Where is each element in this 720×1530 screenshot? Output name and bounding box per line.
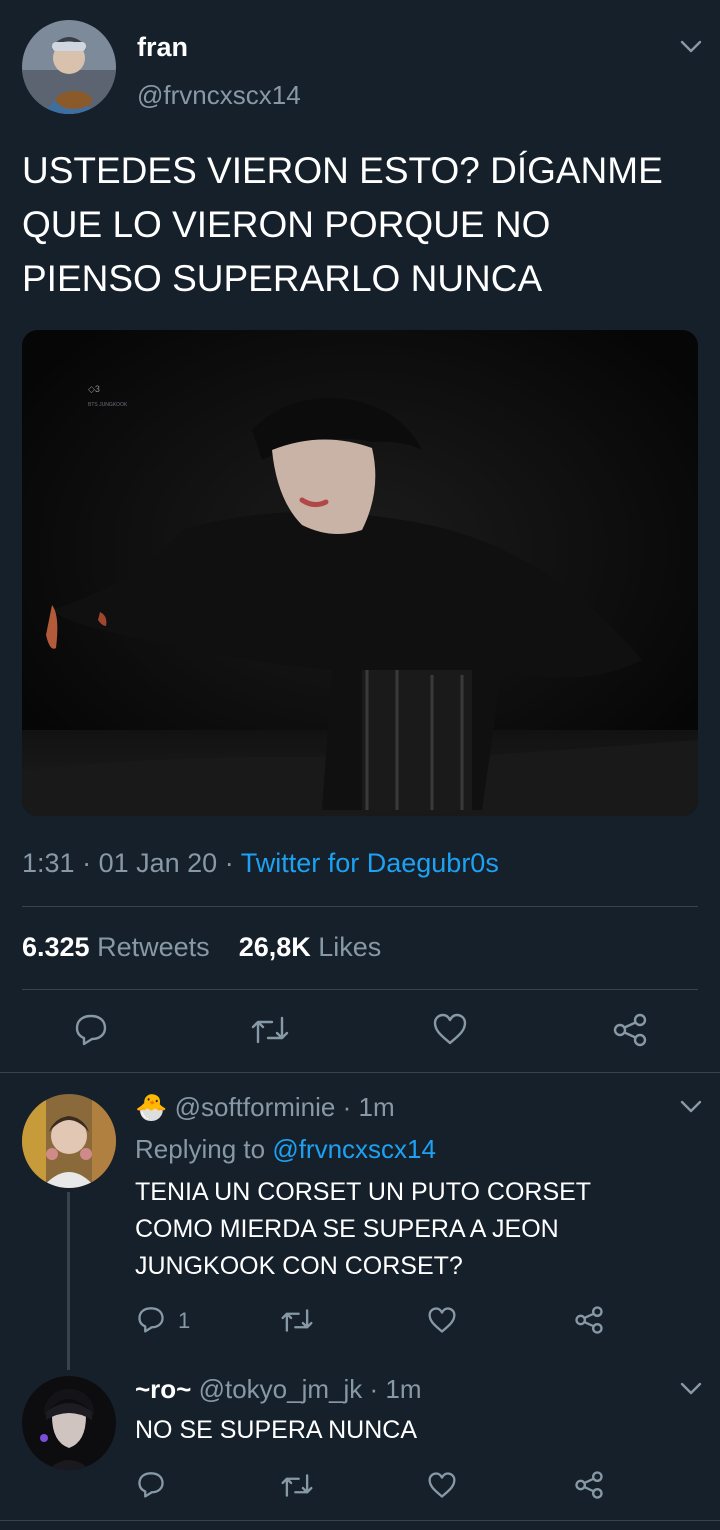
retweets-label: Retweets: [97, 932, 210, 962]
tweet-timestamp: 1:31 · 01 Jan 20 · Twitter for Daegubr0s: [22, 848, 499, 879]
tweet-date[interactable]: 01 Jan 20: [99, 848, 218, 878]
tweet-time[interactable]: 1:31: [22, 848, 75, 878]
retweets-count: 6.325: [22, 932, 90, 962]
like-icon[interactable]: [427, 1471, 457, 1499]
author-display-name[interactable]: fran: [137, 32, 188, 63]
reply-avatar[interactable]: [22, 1376, 116, 1470]
reply-count: 1: [178, 1308, 191, 1333]
share-icon[interactable]: [574, 1305, 604, 1335]
reply-display-name[interactable]: ~ro~: [135, 1374, 191, 1404]
chick-emoji-icon: 🐣: [135, 1092, 168, 1122]
separator-dot: ·: [224, 848, 241, 878]
tweet-text-line: QUE LO VIERON PORQUE NO: [22, 204, 551, 245]
chevron-down-icon[interactable]: [680, 1382, 702, 1396]
tweet-media-image[interactable]: ◇3 BTS JUNGKOOK: [22, 330, 698, 816]
reply-text-line: TENIA UN CORSET UN PUTO CORSET: [135, 1178, 592, 1206]
tweet-client-link[interactable]: Twitter for Daegubr0s: [241, 848, 499, 878]
reply-age[interactable]: · 1m: [370, 1374, 422, 1404]
reply-header: 🐣 @softforminie · 1m: [135, 1092, 395, 1123]
share-icon[interactable]: [574, 1470, 604, 1500]
like-icon[interactable]: [427, 1306, 457, 1334]
replying-prefix: Replying to: [135, 1134, 266, 1164]
replying-to: Replying to @frvncxscx14: [135, 1134, 436, 1165]
tweet-text: USTEDES VIERON ESTO? DÍGANME QUE LO VIER…: [22, 144, 663, 306]
reply-avatar[interactable]: [22, 1094, 116, 1188]
retweets-stat[interactable]: 6.325 Retweets: [22, 932, 217, 962]
reply-text-line: COMO MIERDA SE SUPERA A JEON: [135, 1215, 559, 1243]
reply-text: NO SE SUPERA NUNCA: [135, 1412, 417, 1449]
reply-icon[interactable]: [137, 1470, 165, 1498]
reply-text-line: NO SE SUPERA NUNCA: [135, 1416, 418, 1444]
media-watermark: BTS JUNGKOOK: [88, 402, 128, 408]
divider: [22, 989, 698, 990]
replying-handle-link[interactable]: @frvncxscx14: [272, 1134, 436, 1164]
likes-count: 26,8K: [238, 932, 311, 962]
retweet-icon[interactable]: [280, 1472, 314, 1499]
section-divider: [0, 1072, 720, 1073]
separator-dot: ·: [82, 848, 99, 878]
reply-icon[interactable]: [137, 1305, 165, 1333]
reply-text: TENIA UN CORSET UN PUTO CORSET COMO MIER…: [135, 1174, 591, 1285]
share-icon[interactable]: [612, 1012, 648, 1048]
section-divider: [0, 1520, 720, 1521]
tweet-text-line: USTEDES VIERON ESTO? DÍGANME: [22, 150, 663, 191]
retweet-icon[interactable]: [280, 1307, 314, 1334]
svg-text:◇3: ◇3: [88, 384, 100, 394]
tweet-stats: 6.325 Retweets 26,8K Likes: [22, 932, 381, 963]
likes-label: Likes: [318, 932, 382, 962]
reply-header: ~ro~ @tokyo_jm_jk · 1m: [135, 1374, 422, 1405]
likes-stat[interactable]: 26,8K Likes: [239, 932, 382, 962]
thread-line: [67, 1192, 70, 1370]
reply-handle[interactable]: @tokyo_jm_jk: [199, 1374, 363, 1404]
reply-handle[interactable]: @softforminie: [175, 1092, 336, 1122]
retweet-icon[interactable]: [250, 1014, 290, 1046]
reply-text-line: JUNGKOOK CON CORSET?: [135, 1252, 463, 1280]
divider: [22, 906, 698, 907]
author-avatar[interactable]: [22, 20, 116, 114]
author-handle[interactable]: @frvncxscx14: [137, 80, 301, 111]
reply-age[interactable]: · 1m: [343, 1092, 395, 1122]
chevron-down-icon[interactable]: [680, 1100, 702, 1114]
like-icon[interactable]: [432, 1012, 468, 1046]
chevron-down-icon[interactable]: [680, 40, 702, 54]
reply-icon[interactable]: [74, 1012, 108, 1046]
tweet-text-line: PIENSO SUPERARLO NUNCA: [22, 258, 543, 299]
